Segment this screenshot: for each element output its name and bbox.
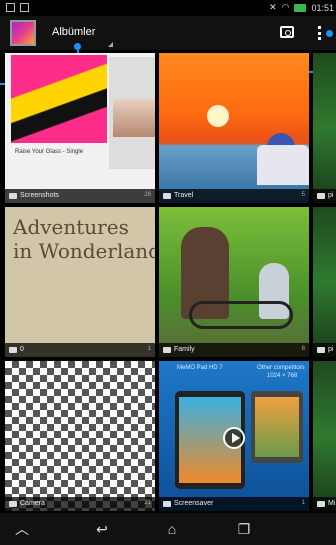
album-caption: Camera 21: [5, 497, 155, 511]
overflow-menu-icon[interactable]: [318, 26, 322, 40]
dropdown-caret-icon: [108, 42, 113, 47]
album-caption: 0 1: [5, 343, 155, 357]
thumbnail-bicycle: [189, 301, 293, 329]
thumbnail-title-line1: Adventures: [13, 215, 129, 239]
album-name: Screenshots: [20, 192, 59, 199]
album-name: pi: [328, 346, 334, 353]
folder-icon: [163, 501, 171, 507]
back-icon[interactable]: ↩: [90, 521, 114, 537]
album-name: pi: [328, 192, 334, 199]
callout-dot-title: [74, 43, 81, 50]
album-caption: Screenshots 26: [5, 189, 155, 203]
album-count: 26: [144, 192, 151, 198]
album-caption: Mi: [313, 497, 336, 511]
album-caption: Screensaver 1: [159, 497, 309, 511]
folder-icon: [163, 347, 171, 353]
album-count: 21: [144, 500, 151, 506]
album-tile-screensaver[interactable]: MeMO Pad HD 7 Other competitors 1024 × 7…: [159, 361, 309, 511]
navigation-bar: ︿ ↩ ⌂ ❐: [0, 513, 336, 545]
album-view-dropdown[interactable]: Albümler: [52, 26, 95, 38]
callout-dot-menu: [326, 30, 333, 37]
album-tile-partial-2[interactable]: pi: [313, 207, 336, 357]
thumbnail-text: MeMO Pad HD 7: [177, 365, 223, 371]
gallery-screen: ✕ ◠ 01:51 Albümler Raise Your Glass - Si…: [0, 0, 336, 545]
folder-icon: [9, 193, 17, 199]
thumbnail-text: Other competitors: [257, 365, 305, 371]
album-tile-camera[interactable]: Camera 21: [5, 361, 155, 511]
folder-icon: [163, 193, 171, 199]
album-name: 0: [20, 346, 24, 353]
thumbnail-tablet-small-screen: [255, 397, 299, 457]
gallery-app-icon[interactable]: [10, 20, 36, 46]
status-bar: ✕ ◠ 01:51: [0, 0, 336, 16]
thumbnail-photo: [113, 99, 155, 137]
album-count: 1: [147, 346, 151, 352]
folder-icon: [317, 347, 325, 353]
thumbnail-art: [11, 55, 107, 143]
thumbnail-text: Raise Your Glass - Single: [15, 149, 84, 155]
play-icon[interactable]: [223, 427, 245, 449]
battery-icon: [294, 3, 307, 12]
folder-icon: [317, 501, 325, 507]
album-count: 1: [301, 500, 305, 506]
album-name: Mi: [328, 500, 336, 507]
clock: 01:51: [311, 2, 334, 13]
home-icon[interactable]: ⌂: [160, 521, 184, 537]
hide-bar-icon[interactable]: ︿: [10, 521, 34, 537]
wifi-icon: ◠: [281, 2, 290, 12]
album-tile-travel[interactable]: Travel 5: [159, 53, 309, 203]
thumbnail-title-line2: in Wonderland: [13, 239, 155, 263]
action-bar: Albümler: [0, 16, 336, 85]
thumbnail-sun: [207, 105, 229, 127]
folder-icon: [9, 347, 17, 353]
album-tile-family[interactable]: Family 8: [159, 207, 309, 357]
album-count: 8: [301, 346, 305, 352]
file-notification-icon: [20, 3, 29, 12]
folder-icon: [317, 193, 325, 199]
image-notification-icon: [6, 3, 15, 12]
album-grid: Raise Your Glass - Single Screenshots 26…: [0, 51, 336, 513]
thumbnail-text: 1024 × 768: [267, 373, 298, 379]
album-caption: Travel 5: [159, 189, 309, 203]
album-caption: Family 8: [159, 343, 309, 357]
album-caption: pi: [313, 189, 336, 203]
album-name: Family: [174, 346, 195, 353]
album-name: Travel: [174, 192, 194, 199]
mute-icon: ✕: [269, 2, 277, 12]
album-tile-partial-3[interactable]: Mi: [313, 361, 336, 511]
album-tile-screenshots[interactable]: Raise Your Glass - Single Screenshots 26: [5, 53, 155, 203]
thumbnail-building: [257, 145, 309, 185]
folder-icon: [9, 501, 17, 507]
album-name: Screensaver: [174, 500, 214, 507]
recent-apps-icon[interactable]: ❐: [232, 521, 256, 537]
album-tile-0[interactable]: Adventures in Wonderland 0 1: [5, 207, 155, 357]
album-tile-partial-1[interactable]: pi: [313, 53, 336, 203]
album-caption: pi: [313, 343, 336, 357]
camera-icon[interactable]: [280, 26, 294, 38]
album-name: Camera: [20, 500, 45, 507]
album-count: 5: [301, 192, 305, 198]
